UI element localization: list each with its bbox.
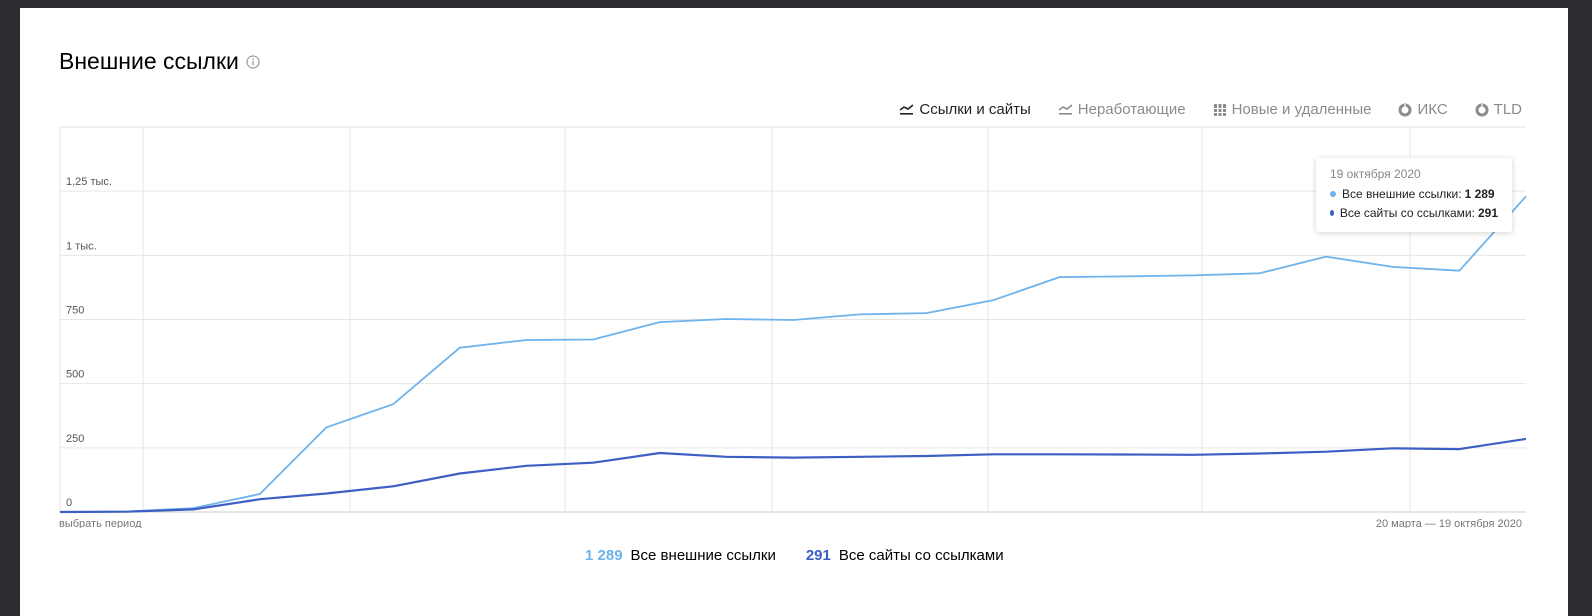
y-tick-label: 500 — [66, 369, 84, 381]
series-line-all-sites — [59, 437, 1527, 514]
tooltip-label: Все внешние ссылки: — [1342, 187, 1462, 201]
series-dot-icon — [1330, 191, 1336, 197]
select-period-label: выбрать период — [59, 518, 142, 528]
legend-item-all-sites[interactable]: 291 Все сайты со ссылками — [806, 547, 1004, 564]
line-chart[interactable]: 0 250 500 750 1 тыс. 1,25 тыс. выбрать период 2… — [20, 8, 1568, 528]
tooltip-label: Все сайты со ссылками: — [1339, 206, 1475, 220]
chart-tooltip: 19 октября 2020 Все внешние ссылки: 1 28… — [1316, 158, 1512, 232]
tooltip-value: 1 289 — [1464, 187, 1495, 201]
tooltip-date: 19 октября 2020 — [1330, 167, 1421, 181]
series-dot-icon — [1330, 210, 1334, 216]
tooltip-value: 291 — [1477, 206, 1498, 220]
series-line-all-links — [59, 195, 1527, 513]
y-tick-label: 0 — [66, 497, 72, 509]
legend-item-all-links[interactable]: 1 289 Все внешние ссылки — [585, 547, 776, 564]
chart-legend: 1 289 Все внешние ссылки 291 Все сайты с… — [585, 547, 1004, 564]
legend-value: 291 — [805, 547, 831, 564]
y-tick-label: 750 — [66, 305, 84, 317]
legend-value: 1 289 — [585, 547, 623, 564]
tooltip-row: Все внешние ссылки: 1 289 — [1330, 187, 1498, 201]
y-tick-label: 1,25 тыс. — [66, 176, 112, 188]
legend-label: Все сайты со ссылками — [838, 547, 1004, 564]
legend-label: Все внешние ссылки — [630, 547, 776, 564]
date-range-label: 20 марта — 19 октября 2020 — [1376, 518, 1522, 528]
y-tick-label: 250 — [66, 433, 84, 445]
y-tick-label: 1 тыс. — [66, 240, 97, 252]
chart-card: Внешние ссылки Ссылки и сайты Неработающ… — [20, 8, 1568, 616]
tooltip-row: Все сайты со ссылками: 291 — [1330, 206, 1498, 220]
